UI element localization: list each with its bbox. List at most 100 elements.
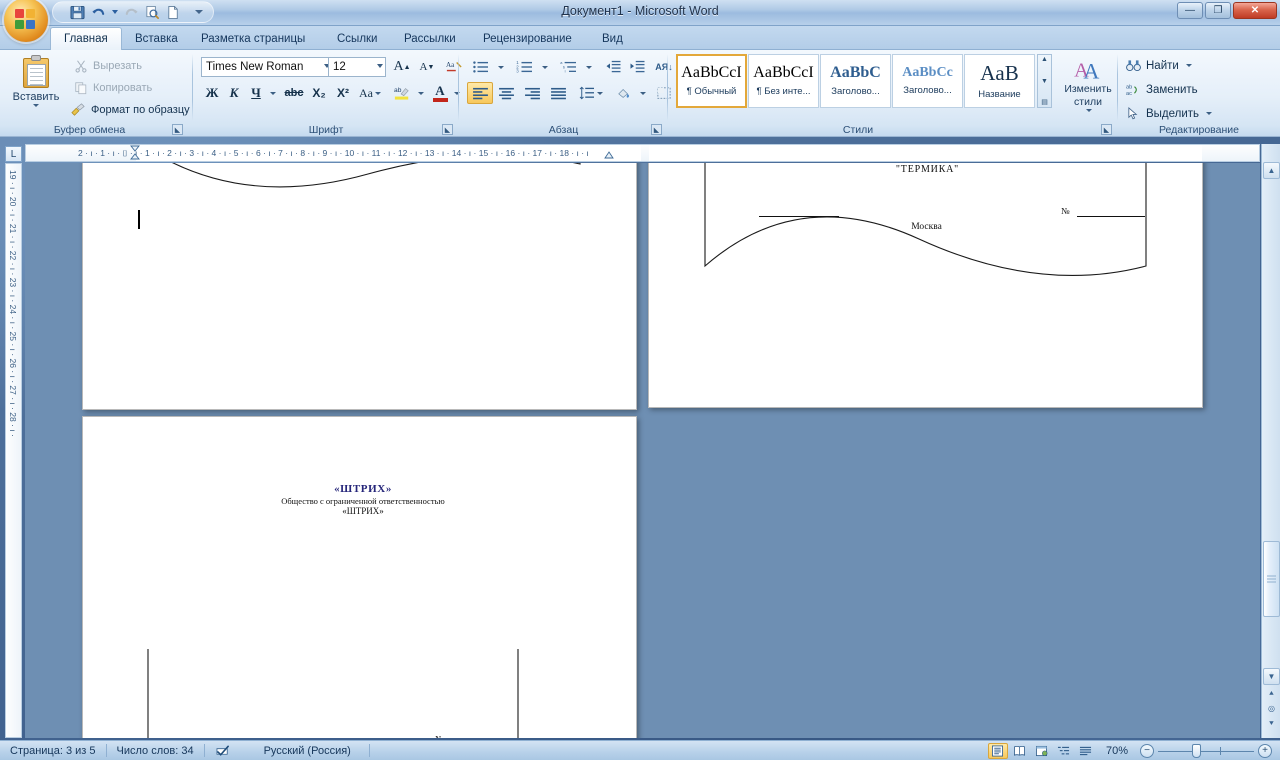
gallery-more-icon[interactable]: ▤ [1041, 99, 1048, 106]
clipboard-dialog-launcher[interactable]: ◣ [172, 124, 183, 135]
minimize-button[interactable]: — [1177, 2, 1203, 19]
language-indicator[interactable]: Русский (Россия) [242, 741, 361, 760]
shading-dropdown[interactable] [637, 82, 649, 104]
tab-insert[interactable]: Вставка [122, 27, 191, 50]
scrollbar-thumb[interactable] [1263, 541, 1280, 617]
numbering-dropdown[interactable] [539, 56, 551, 78]
select-button[interactable]: Выделить [1126, 103, 1213, 124]
cut-button[interactable]: Вырезать [72, 56, 142, 76]
first-line-indent-marker[interactable] [130, 145, 140, 160]
style-card-title[interactable]: AaB Название [964, 54, 1035, 108]
tab-home[interactable]: Главная [50, 27, 122, 50]
shading-button[interactable] [611, 82, 637, 104]
document-page-previous[interactable] [82, 163, 637, 410]
zoom-level-indicator[interactable]: 70% [1102, 741, 1136, 760]
web-layout-view-button[interactable] [1032, 743, 1052, 759]
align-center-button[interactable] [493, 82, 519, 104]
text-highlight-button[interactable]: ab [389, 82, 415, 104]
horizontal-ruler[interactable]: 2 · ı · 1 · ı · ⌷ · ı · 1 · ı · 2 · ı · … [25, 144, 1260, 162]
zoom-in-button[interactable]: + [1254, 741, 1280, 760]
styles-gallery-scrollbar[interactable]: ▲ ▼ ▤ [1037, 54, 1052, 108]
style-card-no-spacing[interactable]: AaBbCcI ¶ Без инте... [748, 54, 819, 108]
bullets-dropdown[interactable] [495, 56, 507, 78]
select-browse-object-small-button[interactable]: ◎ [1263, 701, 1280, 716]
style-card-normal[interactable]: AaBbCcI ¶ Обычный [676, 54, 747, 108]
tab-mailings[interactable]: Рассылки [391, 27, 469, 50]
superscript-button[interactable]: X² [331, 82, 355, 104]
tab-page-layout[interactable]: Разметка страницы [188, 27, 318, 50]
font-color-button[interactable]: A [429, 82, 451, 104]
customize-qat-chevron-down-icon[interactable] [192, 3, 205, 22]
change-styles-button[interactable]: A A Изменить стили [1060, 54, 1116, 116]
underline-button[interactable]: Ч [245, 82, 267, 104]
paragraph-dialog-launcher[interactable]: ◣ [651, 124, 662, 135]
multilevel-dropdown[interactable] [583, 56, 595, 78]
svg-text:Aa: Aa [446, 61, 455, 69]
zoom-out-button[interactable]: − [1136, 741, 1158, 760]
tab-view[interactable]: Вид [589, 27, 636, 50]
undo-icon[interactable] [88, 3, 108, 22]
scroll-up-button[interactable]: ▲ [1263, 162, 1280, 179]
tab-review[interactable]: Рецензирование [470, 27, 585, 50]
restore-button[interactable]: ❐ [1205, 2, 1231, 19]
word-count-indicator[interactable]: Число слов: 34 [107, 741, 204, 760]
increase-indent-button[interactable] [625, 56, 649, 78]
justify-button[interactable] [545, 82, 571, 104]
italic-button[interactable]: К [223, 82, 245, 104]
new-document-icon[interactable] [163, 3, 183, 22]
full-screen-reading-view-button[interactable] [1010, 743, 1030, 759]
right-indent-marker[interactable] [604, 151, 614, 161]
page-indicator[interactable]: Страница: 3 из 5 [0, 741, 106, 760]
subscript-button[interactable]: X₂ [307, 82, 331, 104]
change-case-button[interactable]: Aa [355, 82, 385, 104]
bullets-button[interactable] [467, 56, 495, 78]
font-name-input[interactable]: Times New Roman [201, 57, 333, 77]
line-spacing-button[interactable] [575, 82, 607, 104]
paste-button[interactable]: Вставить [8, 54, 64, 116]
font-size-input[interactable]: 12 [328, 57, 386, 77]
style-card-heading-2[interactable]: AaBbCc Заголово... [892, 54, 963, 108]
tab-stop-selector[interactable]: L [5, 146, 22, 162]
save-icon[interactable] [67, 3, 87, 22]
proofing-status[interactable] [205, 741, 242, 760]
bold-button[interactable]: Ж [201, 82, 223, 104]
previous-page-button[interactable]: ⯅ [1263, 686, 1280, 701]
font-dialog-launcher[interactable]: ◣ [442, 124, 453, 135]
numbering-button[interactable]: 1 2 3 [511, 56, 539, 78]
style-card-heading-1[interactable]: AaBbC Заголово... [820, 54, 891, 108]
document-canvas[interactable]: ЗАКРЫТОЕ АКЦИОНЕРНОЕ ОБЩЕСТВО "ТЕРМИКА" … [25, 163, 1260, 738]
outline-view-button[interactable] [1054, 743, 1074, 759]
grow-font-button[interactable]: A ▲ [389, 56, 415, 78]
find-button[interactable]: Найти [1126, 55, 1192, 76]
close-button[interactable]: ✕ [1233, 2, 1277, 19]
replace-button[interactable]: ab ac Заменить [1126, 79, 1198, 100]
zoom-slider[interactable] [1158, 743, 1254, 759]
draft-view-button[interactable] [1076, 743, 1096, 759]
redo-icon[interactable] [121, 3, 141, 22]
underline-dropdown[interactable] [267, 82, 279, 104]
gallery-scroll-up-icon[interactable]: ▲ [1041, 56, 1048, 63]
print-preview-icon[interactable] [142, 3, 162, 22]
align-left-button[interactable] [467, 82, 493, 104]
format-painter-button[interactable]: Формат по образцу [68, 100, 190, 120]
tab-references[interactable]: Ссылки [324, 27, 391, 50]
next-page-button[interactable]: ⯆ [1263, 716, 1280, 731]
document-page-shtrih[interactable]: «ШТРИХ» Общество с ограниченной ответств… [82, 416, 637, 738]
align-right-button[interactable] [519, 82, 545, 104]
gallery-scroll-down-icon[interactable]: ▼ [1041, 78, 1048, 85]
document-page-termika[interactable]: ЗАКРЫТОЕ АКЦИОНЕРНОЕ ОБЩЕСТВО "ТЕРМИКА" … [648, 163, 1203, 408]
decrease-indent-button[interactable] [601, 56, 625, 78]
print-layout-view-button[interactable] [987, 742, 1008, 759]
styles-dialog-launcher[interactable]: ◣ [1101, 124, 1112, 135]
copy-button[interactable]: Копировать [72, 78, 152, 98]
scroll-down-button[interactable]: ▼ [1263, 668, 1280, 685]
shrink-font-button[interactable]: A ▼ [415, 56, 439, 78]
multilevel-list-button[interactable]: a b i [555, 56, 583, 78]
office-button[interactable] [4, 0, 48, 42]
vertical-ruler[interactable]: 19 · ı · 20 · ı · 21 · ı · 22 · ı · 23 ·… [5, 163, 22, 738]
strikethrough-button[interactable]: abc [281, 82, 307, 104]
highlight-dropdown[interactable] [415, 82, 427, 104]
zoom-slider-thumb[interactable] [1192, 743, 1201, 758]
undo-dropdown-chevron-down-icon[interactable] [109, 3, 120, 22]
vertical-scrollbar[interactable]: ▲ ▼ ⯅ ◎ ⯆ [1261, 144, 1280, 738]
